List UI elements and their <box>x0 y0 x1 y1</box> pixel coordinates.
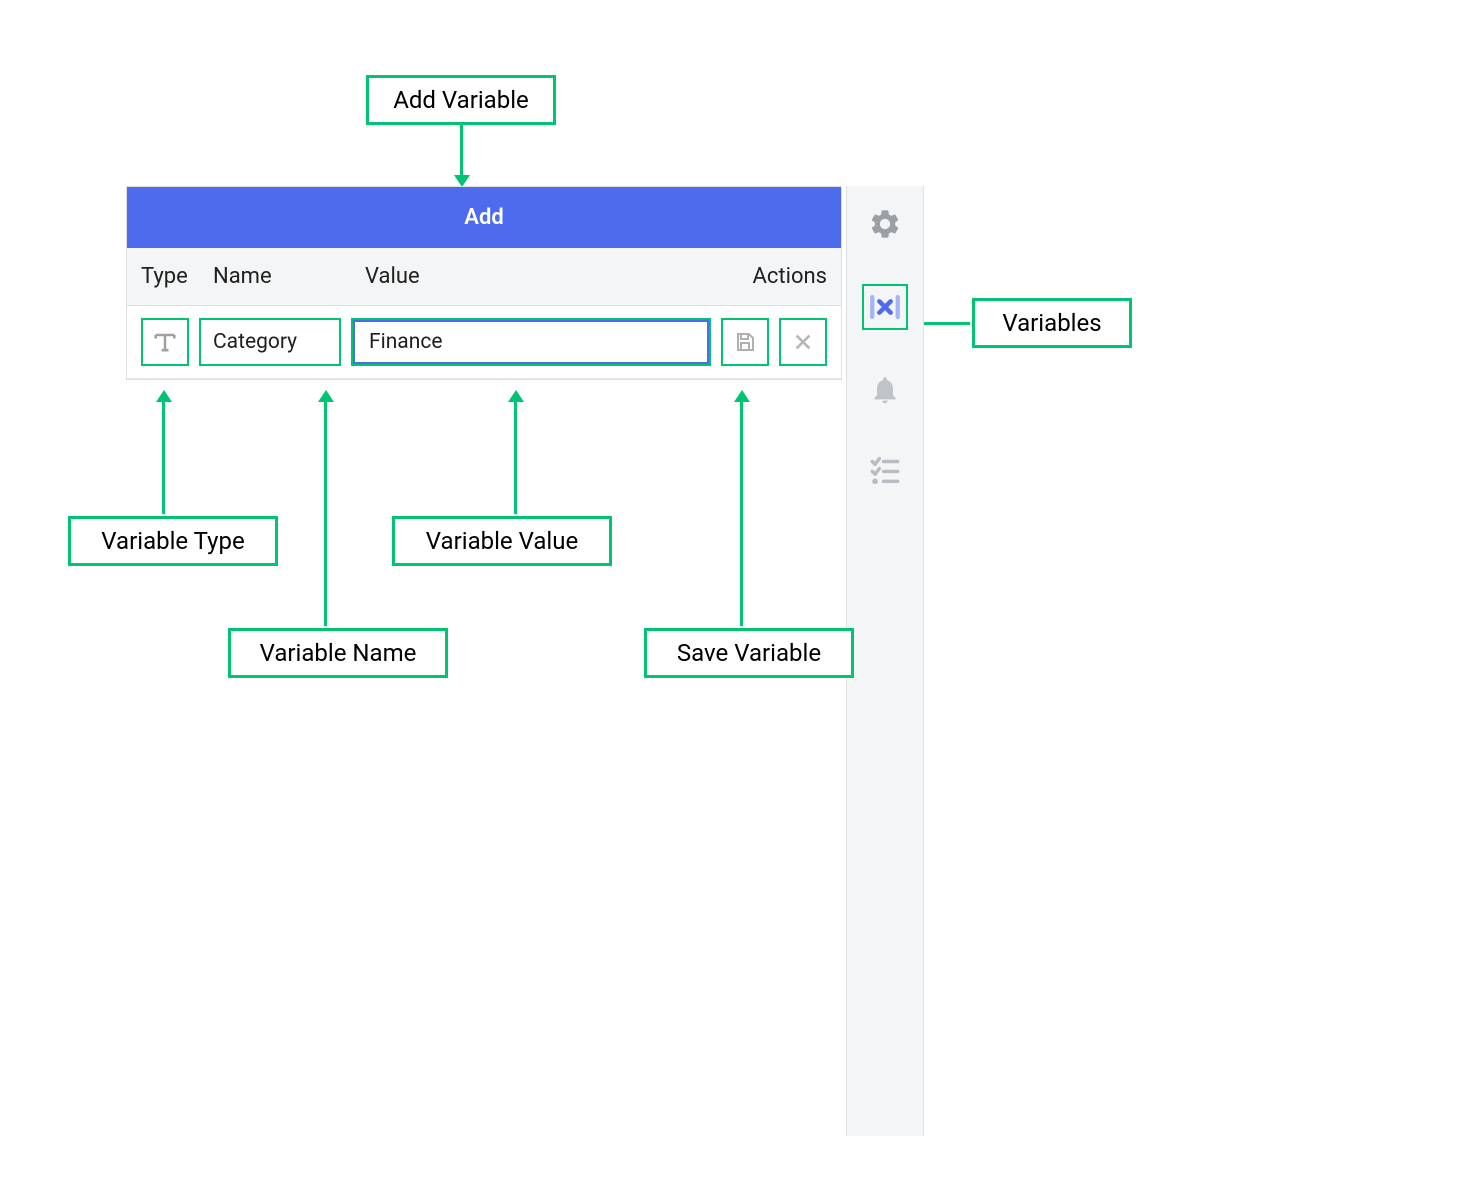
right-sidebar <box>846 186 924 1136</box>
arrow-head-variable-value <box>508 390 524 402</box>
header-value: Value <box>365 264 753 289</box>
callout-label: Add Variable <box>393 86 529 114</box>
callout-label: Variable Value <box>426 527 578 555</box>
arrow-head-variable-type <box>156 390 172 402</box>
callout-save-variable: Save Variable <box>644 628 854 678</box>
arrow-variable-name <box>324 400 327 626</box>
save-button[interactable] <box>721 318 769 366</box>
checklist-icon <box>868 453 902 487</box>
sidebar-item-notifications[interactable] <box>865 370 905 410</box>
close-icon <box>792 331 814 353</box>
arrow-variable-value <box>514 400 517 514</box>
variable-type-cell[interactable] <box>141 318 189 366</box>
sidebar-item-variables[interactable] <box>862 284 908 330</box>
bell-icon <box>869 374 901 406</box>
variables-icon <box>868 290 902 324</box>
arrow-head-variable-name <box>318 390 334 402</box>
add-button-label: Add <box>464 205 503 230</box>
header-actions: Actions <box>753 264 827 289</box>
variable-value-input[interactable]: Finance <box>351 318 711 366</box>
text-type-icon <box>151 328 179 356</box>
callout-variables: Variables <box>972 298 1132 348</box>
callout-label: Variables <box>1002 309 1101 337</box>
arrow-head-save-variable <box>734 390 750 402</box>
variable-value-text: Finance <box>369 330 442 354</box>
arrow-save-variable <box>740 400 743 626</box>
callout-label: Variable Name <box>260 639 417 667</box>
variables-panel: Add Type Name Value Actions Category Fin… <box>126 186 842 380</box>
arrow-add-variable <box>460 125 463 177</box>
header-name: Name <box>213 264 365 289</box>
callout-label: Save Variable <box>677 639 821 667</box>
table-row: Category Finance <box>127 306 841 379</box>
callout-variable-value: Variable Value <box>392 516 612 566</box>
cancel-button[interactable] <box>779 318 827 366</box>
arrow-variable-type <box>162 400 165 514</box>
add-button[interactable]: Add <box>127 187 841 248</box>
callout-label: Variable Type <box>101 527 244 555</box>
arrow-variables <box>920 322 970 325</box>
header-type: Type <box>141 264 213 289</box>
save-icon <box>733 330 757 354</box>
callout-add-variable: Add Variable <box>366 75 556 125</box>
sidebar-item-settings[interactable] <box>865 204 905 244</box>
callout-variable-type: Variable Type <box>68 516 278 566</box>
callout-variable-name: Variable Name <box>228 628 448 678</box>
variable-name-input[interactable]: Category <box>199 318 341 366</box>
gear-icon <box>868 207 902 241</box>
table-header-row: Type Name Value Actions <box>127 248 841 306</box>
variable-name-value: Category <box>213 330 297 354</box>
sidebar-item-checklist[interactable] <box>865 450 905 490</box>
